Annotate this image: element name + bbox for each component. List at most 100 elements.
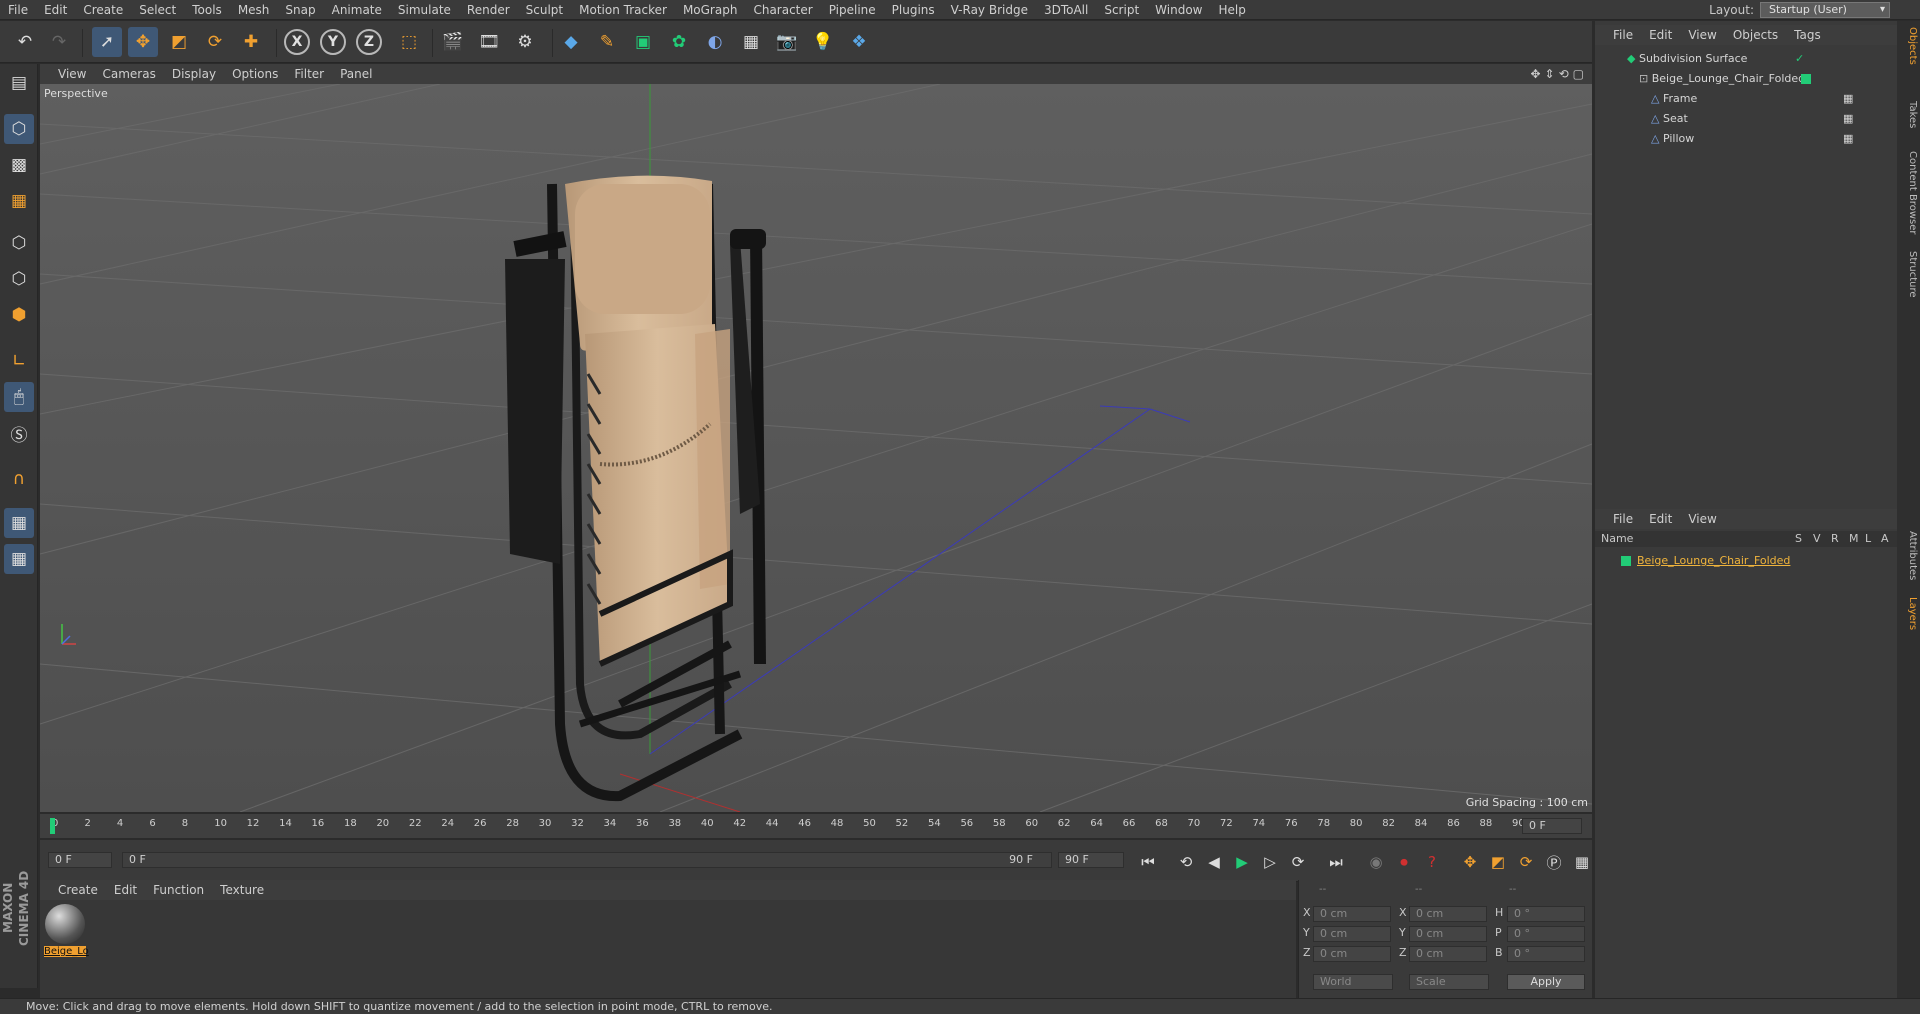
size-mode-dropdown[interactable]: Scale <box>1409 974 1489 990</box>
size-x-field[interactable]: 0 cm <box>1409 906 1487 922</box>
tree-item-subdivision-surface[interactable]: ◆ Subdivision Surface ✓ <box>1595 49 1897 69</box>
material-menu-create[interactable]: Create <box>50 880 106 900</box>
menu-motion-tracker[interactable]: Motion Tracker <box>571 0 675 20</box>
tab-attributes[interactable]: Attributes <box>1899 531 1918 580</box>
recent-tool-icon[interactable]: ✚ <box>236 27 266 57</box>
material-swatch[interactable]: Beige_Lo <box>44 904 89 960</box>
menu-character[interactable]: Character <box>745 0 820 20</box>
texture-mode-icon[interactable]: ▩ <box>4 150 34 180</box>
rotate-tool-icon[interactable]: ⟳ <box>200 27 230 57</box>
objects-menu-tags[interactable]: Tags <box>1786 28 1829 42</box>
pan-icon[interactable]: ✥ <box>1530 67 1540 81</box>
menu-animate[interactable]: Animate <box>324 0 390 20</box>
layer-color-swatch[interactable] <box>1801 74 1811 84</box>
key-pla-icon[interactable]: ▦ <box>1570 850 1594 874</box>
dolly-icon[interactable]: ⇕ <box>1545 67 1555 81</box>
menu-render[interactable]: Render <box>459 0 518 20</box>
menu-pipeline[interactable]: Pipeline <box>821 0 884 20</box>
layers-menu-file[interactable]: File <box>1605 512 1641 526</box>
live-selection-icon[interactable]: ➚ <box>92 27 122 57</box>
menu-simulate[interactable]: Simulate <box>390 0 459 20</box>
render-picture-viewer-icon[interactable]: 🎞 <box>474 27 504 57</box>
menu-plugins[interactable]: Plugins <box>884 0 943 20</box>
scale-tool-icon[interactable]: ◩ <box>164 27 194 57</box>
pen-spline-icon[interactable]: ✎ <box>592 27 622 57</box>
material-menu-texture[interactable]: Texture <box>212 880 272 900</box>
render-settings-icon[interactable]: ⚙ <box>510 27 540 57</box>
layout-dropdown[interactable]: Startup (User) <box>1760 2 1890 18</box>
python-icon[interactable]: ❖ <box>844 27 874 57</box>
orbit-icon[interactable]: ⟲ <box>1559 67 1569 81</box>
menu-window[interactable]: Window <box>1147 0 1210 20</box>
key-scale-icon[interactable]: ◩ <box>1486 850 1510 874</box>
coord-system-dropdown[interactable]: World <box>1313 974 1393 990</box>
redo-icon[interactable]: ↷ <box>44 27 74 57</box>
play-icon[interactable]: ▶ <box>1230 850 1254 874</box>
menu-script[interactable]: Script <box>1096 0 1147 20</box>
rotation-p-field[interactable]: 0 ° <box>1507 926 1585 942</box>
move-tool-icon[interactable]: ✥ <box>128 27 158 57</box>
apply-button[interactable]: Apply <box>1507 974 1585 990</box>
coordinate-system-icon[interactable]: ⬚ <box>394 27 424 57</box>
x-axis-lock-icon[interactable]: X <box>284 29 310 55</box>
edges-mode-icon[interactable]: ⬡ <box>4 264 34 294</box>
position-y-field[interactable]: 0 cm <box>1313 926 1391 942</box>
undo-icon[interactable]: ↶ <box>10 27 40 57</box>
go-to-end-icon[interactable]: ⏭ <box>1324 850 1348 874</box>
size-y-field[interactable]: 0 cm <box>1409 926 1487 942</box>
menu-tools[interactable]: Tools <box>184 0 230 20</box>
next-key-icon[interactable]: ⟳ <box>1286 850 1310 874</box>
rotation-b-field[interactable]: 0 ° <box>1507 946 1585 962</box>
deformer-icon[interactable]: ◐ <box>700 27 730 57</box>
cube-primitive-icon[interactable]: ◆ <box>556 27 586 57</box>
make-editable-icon[interactable]: ▤ <box>4 68 34 98</box>
viewport-menu-filter[interactable]: Filter <box>286 64 332 84</box>
menu-3dtoall[interactable]: 3DToAll <box>1036 0 1096 20</box>
layers-menu-view[interactable]: View <box>1680 512 1724 526</box>
menu-snap[interactable]: Snap <box>277 0 323 20</box>
position-z-field[interactable]: 0 cm <box>1313 946 1391 962</box>
tree-item-pillow[interactable]: △ Pillow ▦ <box>1595 129 1897 149</box>
material-tag-icon[interactable]: ▦ <box>1843 109 1853 129</box>
layers-menu-edit[interactable]: Edit <box>1641 512 1680 526</box>
autokey-icon[interactable]: ? <box>1420 850 1444 874</box>
menu-select[interactable]: Select <box>131 0 184 20</box>
objects-menu-file[interactable]: File <box>1605 28 1641 42</box>
record-disabled-icon[interactable]: ◉ <box>1364 850 1388 874</box>
tab-objects[interactable]: Objects <box>1899 27 1918 65</box>
menu-help[interactable]: Help <box>1210 0 1253 20</box>
menu-sculpt[interactable]: Sculpt <box>518 0 571 20</box>
polygons-mode-icon[interactable]: ⬢ <box>4 300 34 330</box>
z-axis-lock-icon[interactable]: Z <box>356 29 382 55</box>
playhead[interactable] <box>50 818 55 834</box>
objects-menu-edit[interactable]: Edit <box>1641 28 1680 42</box>
key-rotation-icon[interactable]: ⟳ <box>1514 850 1538 874</box>
rotation-h-field[interactable]: 0 ° <box>1507 906 1585 922</box>
locked-workplane-icon[interactable]: ▦ <box>4 508 34 538</box>
frame-range-slider[interactable]: 0 F 90 F <box>122 852 1052 868</box>
viewport-menu-cameras[interactable]: Cameras <box>94 64 163 84</box>
material-menu-edit[interactable]: Edit <box>106 880 145 900</box>
menu-edit[interactable]: Edit <box>36 0 75 20</box>
axis-mode-icon[interactable]: ∟ <box>4 346 34 376</box>
workplane-icon[interactable]: ▦ <box>4 186 34 216</box>
light-icon[interactable]: 💡 <box>808 27 838 57</box>
next-frame-icon[interactable]: ▷ <box>1258 850 1282 874</box>
start-frame-field[interactable]: 0 F <box>48 852 112 868</box>
perspective-viewport[interactable] <box>40 84 1592 812</box>
end-frame-field[interactable]: 90 F <box>1058 852 1124 868</box>
menu-vray-bridge[interactable]: V-Ray Bridge <box>943 0 1036 20</box>
viewport-menu-display[interactable]: Display <box>164 64 224 84</box>
menu-file[interactable]: File <box>0 0 36 20</box>
objects-menu-view[interactable]: View <box>1680 28 1724 42</box>
camera-icon[interactable]: 📷 <box>772 27 802 57</box>
tree-item-frame[interactable]: △ Frame ▦ <box>1595 89 1897 109</box>
menu-create[interactable]: Create <box>75 0 131 20</box>
tab-takes[interactable]: Takes <box>1899 101 1918 128</box>
tab-structure[interactable]: Structure <box>1899 251 1918 298</box>
render-view-icon[interactable]: 🎬 <box>438 27 468 57</box>
magnet-icon[interactable]: ∩ <box>4 464 34 494</box>
timeline-ruler[interactable]: 0 2 4 6 8 10 12 14 16 18 20 22 24 26 28 30 32 34 36 38 40 42 4… <box>40 814 1592 838</box>
tree-item-chair-folded[interactable]: ⊡ Beige_Lounge_Chair_Folded <box>1595 69 1897 89</box>
previous-frame-icon[interactable]: ◀ <box>1202 850 1226 874</box>
